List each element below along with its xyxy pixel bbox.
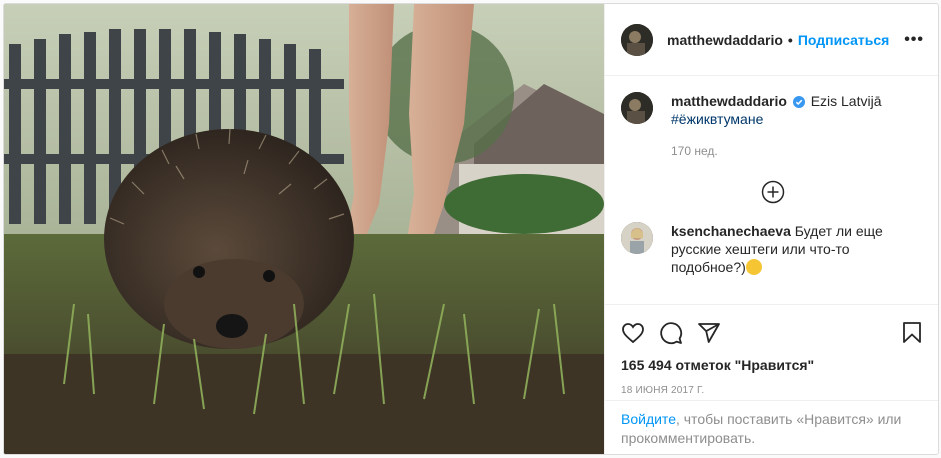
caption: matthewdaddario Ezis Latvijā #ёжиквтуман…: [621, 92, 924, 160]
comments-area: matthewdaddario Ezis Latvijā #ёжиквтуман…: [605, 76, 938, 304]
login-prompt: Войдите, чтобы поставить «Нравится» или …: [605, 400, 938, 454]
load-more-comments-button[interactable]: [621, 180, 924, 204]
separator-dot: •: [787, 31, 793, 48]
avatar-image: [621, 222, 653, 254]
caption-time[interactable]: 170 нед.: [671, 142, 882, 160]
share-icon[interactable]: [697, 321, 721, 345]
post-photo[interactable]: [4, 4, 604, 454]
caption-hashtag[interactable]: #ёжиквтумане: [671, 110, 882, 128]
comment-body: ksenchanechaeva Будет ли еще русские хеш…: [671, 222, 901, 276]
instagram-post: matthewdaddario • Подписаться ••• matthe…: [3, 3, 939, 455]
comment-icon[interactable]: [659, 321, 683, 345]
avatar[interactable]: [621, 92, 653, 124]
hedgehog-photo: [4, 4, 604, 454]
avatar-image: [621, 23, 653, 56]
plus-circle-icon: [761, 180, 784, 204]
follow-button[interactable]: Подписаться: [798, 32, 890, 48]
caption-body: matthewdaddario Ezis Latvijā #ёжиквтуман…: [671, 92, 882, 160]
verified-badge-icon: [792, 96, 805, 108]
comment-username[interactable]: ksenchanechaeva: [671, 223, 791, 239]
caption-location: Ezis Latvijā: [810, 93, 882, 109]
action-bar: [621, 313, 924, 353]
post-date[interactable]: 18 июня 2017 г.: [621, 385, 924, 396]
likes-count[interactable]: 165 494 отметок "Нравится": [621, 357, 924, 373]
post-sidebar: matthewdaddario • Подписаться ••• matthe…: [604, 4, 938, 454]
more-options-icon[interactable]: •••: [904, 31, 924, 49]
comment: ksenchanechaeva Будет ли еще русские хеш…: [621, 222, 924, 276]
grinning-face-icon: [745, 259, 762, 275]
header-username[interactable]: matthewdaddario: [667, 32, 783, 48]
avatar[interactable]: [621, 222, 653, 254]
heart-icon[interactable]: [621, 321, 645, 345]
avatar-image: [621, 92, 653, 124]
post-header: matthewdaddario • Подписаться •••: [605, 4, 938, 76]
bookmark-icon[interactable]: [900, 321, 924, 345]
login-link[interactable]: Войдите: [621, 411, 676, 427]
caption-username[interactable]: matthewdaddario: [671, 93, 787, 109]
avatar[interactable]: [621, 23, 653, 56]
